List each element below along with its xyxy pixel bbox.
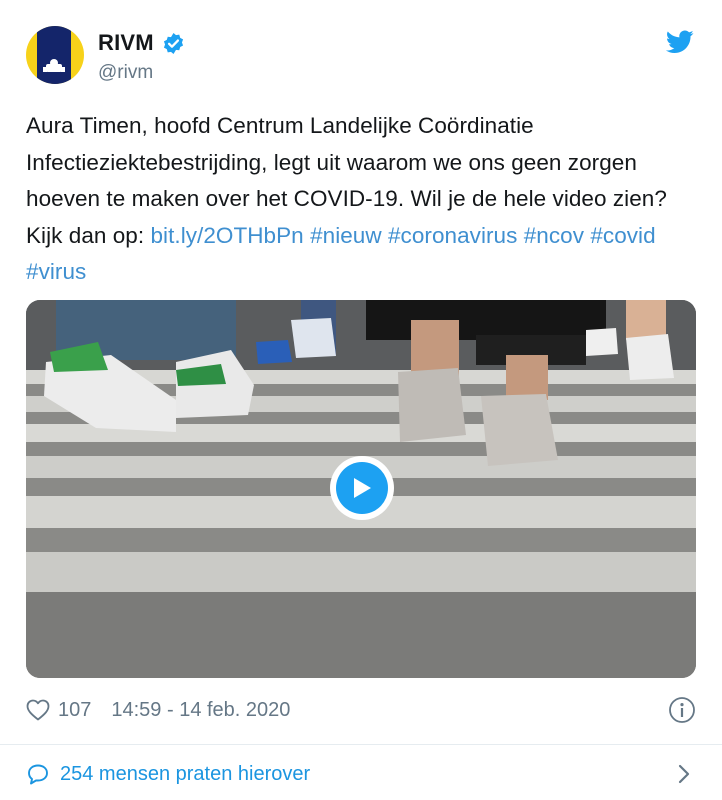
like-count: 107 [58,698,92,721]
account-handle[interactable]: @rivm [98,62,153,84]
tweet-timestamp[interactable]: 14:59 - 14 feb. 2020 [111,699,290,722]
conversation-link[interactable]: 254 mensen praten hierover [60,763,310,786]
hashtag-virus[interactable]: #virus [26,259,86,284]
crest-icon [43,59,65,72]
tweet-link[interactable]: bit.ly/2OTHbPn [150,223,303,248]
speech-bubble-icon [28,764,48,785]
hashtag-ncov[interactable]: #ncov [524,223,584,248]
account-name[interactable]: RIVM [98,30,154,56]
tweet-meta: 107 14:59 - 14 feb. 2020 [26,694,696,726]
twitter-bird-icon[interactable] [666,30,694,54]
hashtag-coronavirus[interactable]: #coronavirus [388,223,517,248]
divider [0,744,722,745]
heart-icon[interactable] [26,699,50,721]
play-icon [354,478,371,498]
avatar[interactable] [26,26,84,84]
play-button[interactable] [330,456,394,520]
chevron-right-icon[interactable] [678,764,690,784]
conversation-footer[interactable]: 254 mensen praten hierover [26,758,696,790]
video-player[interactable] [26,300,696,678]
hashtag-covid[interactable]: #covid [590,223,655,248]
play-button-inner [336,462,388,514]
tweet-card: RIVM @rivm Aura Timen, hoofd Centrum Lan… [0,0,722,800]
hashtag-nieuw[interactable]: #nieuw [310,223,382,248]
verified-badge-icon [163,32,183,54]
tweet-header: RIVM @rivm [26,26,696,86]
avatar-band [37,26,71,84]
info-icon[interactable] [668,696,696,724]
name-row: RIVM [98,30,185,56]
tweet-text: Aura Timen, hoofd Centrum Landelijke Coö… [26,108,696,291]
